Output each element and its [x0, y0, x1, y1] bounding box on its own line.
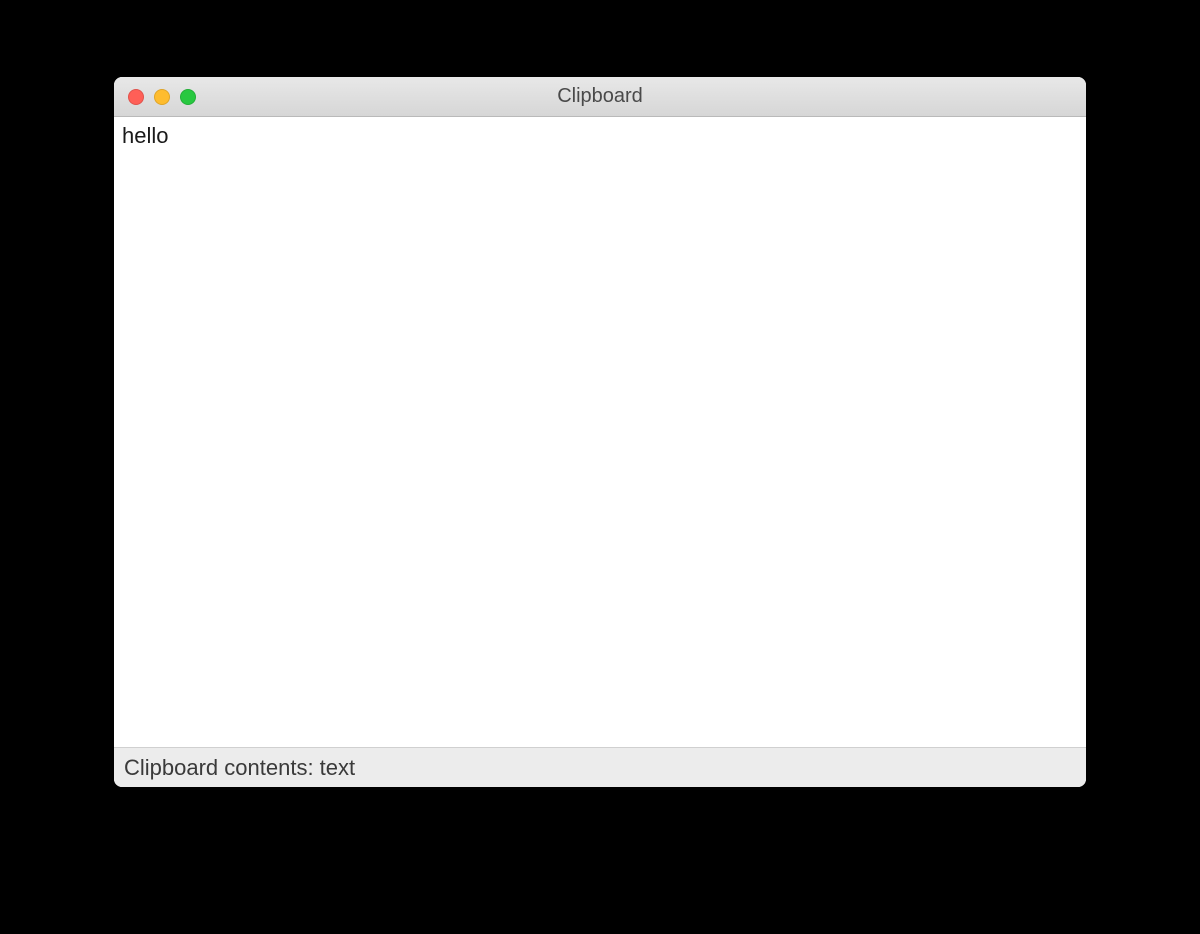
window-title: Clipboard: [114, 85, 1086, 108]
clipboard-window: Clipboard hello Clipboard contents: text: [114, 77, 1086, 787]
content-area[interactable]: hello: [114, 117, 1086, 747]
content-text: hello: [122, 123, 168, 148]
minimize-button[interactable]: [154, 89, 170, 105]
status-text: Clipboard contents: text: [124, 755, 355, 781]
status-bar: Clipboard contents: text: [114, 747, 1086, 787]
traffic-lights: [114, 89, 196, 105]
titlebar[interactable]: Clipboard: [114, 77, 1086, 117]
close-button[interactable]: [128, 89, 144, 105]
maximize-button[interactable]: [180, 89, 196, 105]
